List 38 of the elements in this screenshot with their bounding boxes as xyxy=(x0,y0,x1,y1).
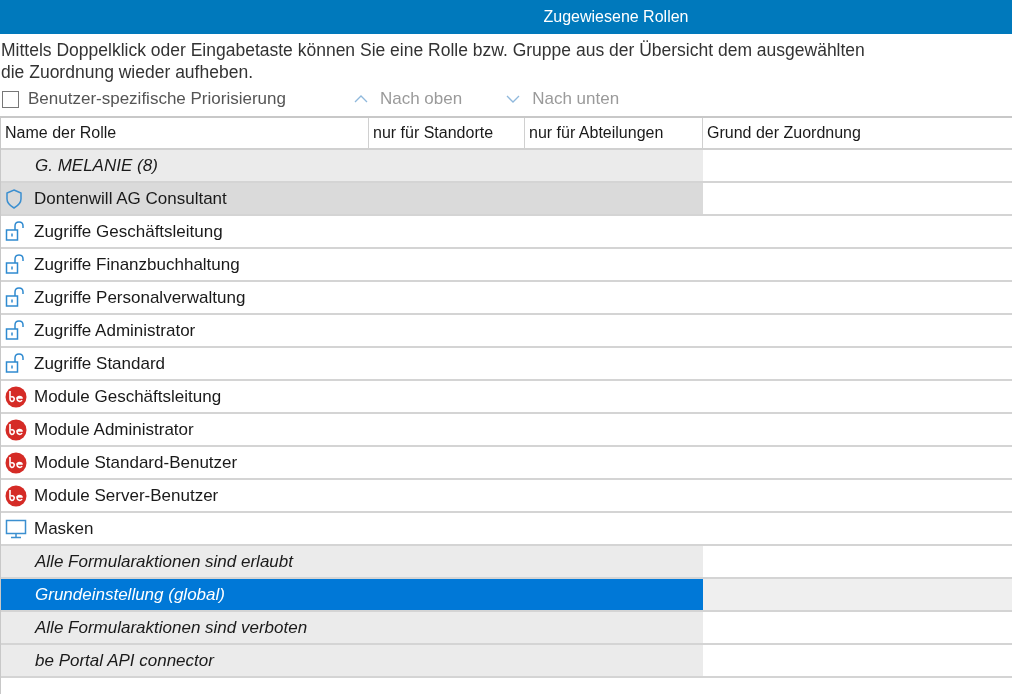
group-label: be Portal API connector xyxy=(34,649,214,672)
padlock-icon xyxy=(5,286,25,309)
be-logo-icon xyxy=(5,484,27,507)
panel-title: Zugewiesene Rollen xyxy=(543,7,689,27)
role-name: Module Standard-Benutzer xyxy=(34,451,238,474)
description-text: die Zuordnung wieder aufheben. xyxy=(1,61,253,83)
column-header[interactable]: nur für Standorte xyxy=(369,118,525,148)
be-logo-icon xyxy=(5,418,27,441)
role-name: Dontenwill AG Consultant xyxy=(34,187,227,210)
role-name: Module Server-Benutzer xyxy=(34,484,219,507)
checkbox-label: Benutzer-spezifische Priorisierung xyxy=(28,88,286,111)
role-name: Zugriffe Geschäftsleitung xyxy=(34,220,223,243)
padlock-icon xyxy=(5,352,25,375)
role-name: Zugriffe Administrator xyxy=(34,319,196,342)
column-header[interactable]: Name der Rolle xyxy=(1,118,369,148)
role-name: Module Administrator xyxy=(34,418,194,441)
description-text: Mittels Doppelklick oder Eingabetaste können Sie eine Rolle bzw. Gruppe aus der Übersicht dem ausgewählten xyxy=(1,39,865,61)
group-label: Grundeinstellung (global) xyxy=(34,583,225,606)
role-name: Zugriffe Personalverwaltung xyxy=(34,286,246,309)
checkbox[interactable] xyxy=(2,90,19,108)
chevron-down-icon xyxy=(506,95,521,103)
padlock-icon xyxy=(5,319,25,342)
group-label: Alle Formularaktionen sind erlaubt xyxy=(33,550,293,573)
role-name: Zugriffe Standard xyxy=(34,352,166,375)
padlock-icon xyxy=(5,253,25,276)
role-name: Module Geschäftsleitung xyxy=(34,385,222,408)
monitor-icon xyxy=(5,518,27,539)
column-header[interactable]: nur für Abteilungen xyxy=(525,118,703,148)
column-header[interactable]: Grund der Zuordnung xyxy=(703,118,1012,148)
be-logo-icon xyxy=(5,385,27,408)
role-name: Masken xyxy=(34,517,94,540)
chevron-up-icon xyxy=(353,95,368,103)
padlock-icon xyxy=(5,220,25,243)
role-name: Zugriffe Finanzbuchhaltung xyxy=(34,253,240,276)
shield-icon xyxy=(5,188,23,209)
group-label: G. MELANIE (8) xyxy=(34,154,158,177)
be-logo-icon xyxy=(5,451,27,474)
group-label: Alle Formularaktionen sind verboten xyxy=(33,616,308,639)
